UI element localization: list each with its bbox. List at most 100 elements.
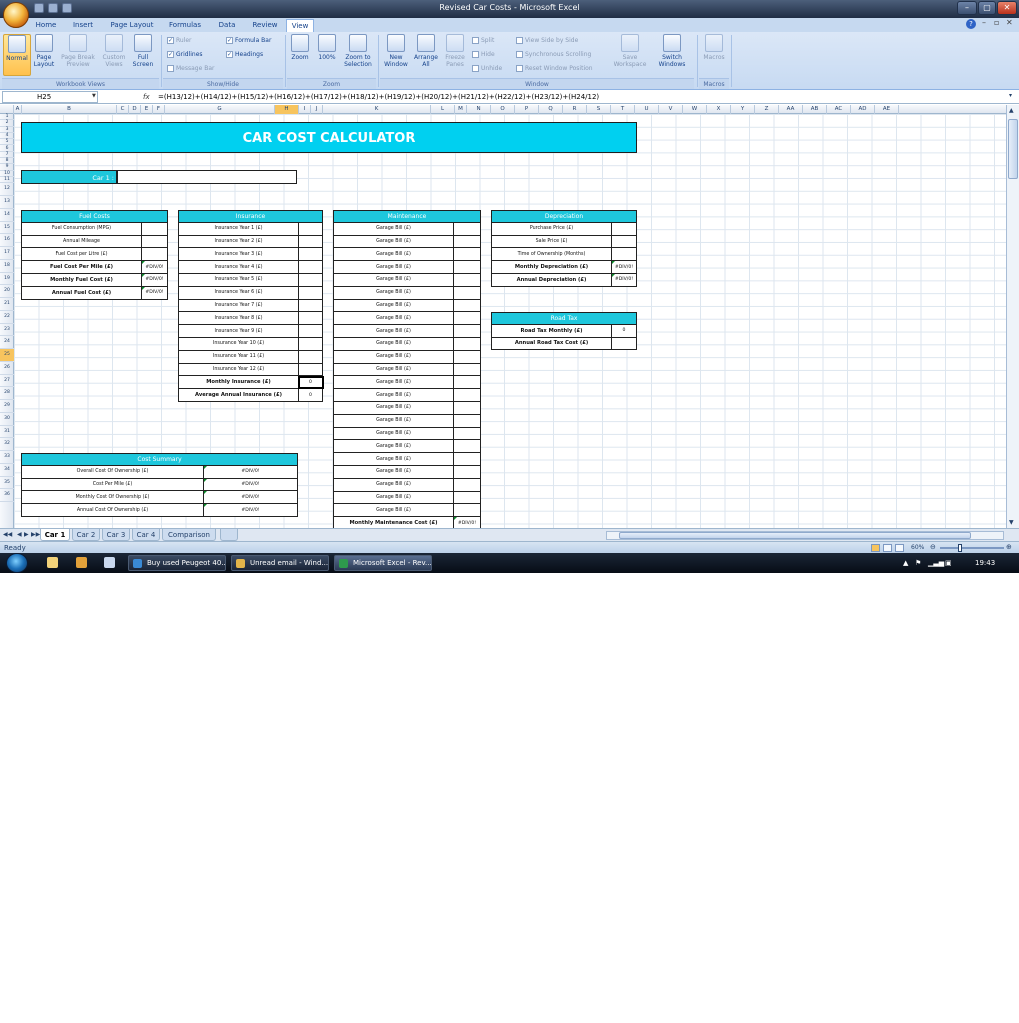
value-cell[interactable] <box>299 223 322 235</box>
save-workspace-button[interactable]: Save Workspace <box>612 34 648 76</box>
next-sheet-icon[interactable]: ▶ <box>24 531 29 538</box>
value-cell[interactable] <box>454 453 480 465</box>
value-cell[interactable] <box>454 223 480 235</box>
value-cell[interactable] <box>142 223 167 235</box>
row-header[interactable]: 27 <box>0 375 14 388</box>
page-layout-view-button[interactable]: Page Layout <box>32 34 56 76</box>
value-cell[interactable] <box>612 248 636 260</box>
headings-checkbox[interactable]: ✓ Headings <box>226 50 263 59</box>
row-header[interactable]: 34 <box>0 464 14 477</box>
value-cell[interactable]: #DIV/0! <box>612 274 636 286</box>
column-header[interactable]: H <box>275 105 299 114</box>
vertical-scroll-thumb[interactable] <box>1008 119 1018 179</box>
value-cell[interactable] <box>454 479 480 491</box>
value-cell[interactable] <box>142 248 167 260</box>
arrange-all-button[interactable]: Arrange All <box>412 34 440 76</box>
row-header[interactable]: 36 <box>0 489 14 503</box>
column-header[interactable]: D <box>129 105 141 114</box>
office-button-icon[interactable] <box>3 2 29 28</box>
value-cell[interactable] <box>142 236 167 248</box>
value-cell[interactable] <box>299 261 322 273</box>
column-header[interactable]: C <box>117 105 129 114</box>
value-cell[interactable] <box>454 248 480 260</box>
taskbar-button[interactable]: Microsoft Excel - Rev... <box>334 555 432 571</box>
value-cell[interactable] <box>299 274 322 286</box>
value-cell[interactable]: #DIV/0! <box>454 517 480 528</box>
value-cell[interactable] <box>454 415 480 427</box>
gridlines-checkbox[interactable]: ✓ Gridlines <box>167 50 203 59</box>
sheet-tab-comparison[interactable]: Comparison <box>162 529 216 541</box>
expand-formula-icon[interactable]: ▾ <box>1009 92 1012 99</box>
column-header[interactable]: U <box>635 105 659 114</box>
column-header[interactable]: Y <box>731 105 755 114</box>
message-bar-checkbox[interactable]: Message Bar <box>167 64 214 73</box>
row-header[interactable]: 30 <box>0 413 14 426</box>
row-header[interactable]: 22 <box>0 311 14 324</box>
value-cell[interactable]: #DIV/0! <box>142 274 167 286</box>
first-sheet-icon[interactable]: ◀◀ <box>3 531 12 538</box>
taskbar-button[interactable]: Unread email - Wind... <box>231 555 329 571</box>
normal-view-status-icon[interactable] <box>871 544 880 552</box>
column-header[interactable]: Q <box>539 105 563 114</box>
value-cell[interactable] <box>454 428 480 440</box>
row-header[interactable]: 14 <box>0 209 14 222</box>
value-cell[interactable] <box>299 325 322 337</box>
name-box-dropdown-icon[interactable]: ▼ <box>92 93 96 99</box>
column-header[interactable]: P <box>515 105 539 114</box>
row-header[interactable]: 33 <box>0 451 14 464</box>
flag-icon[interactable]: ⚑ <box>915 553 921 573</box>
view-side-by-side-button[interactable]: View Side by Side <box>516 36 578 45</box>
row-header[interactable]: 32 <box>0 438 14 452</box>
sheet-tab-car-3[interactable]: Car 3 <box>102 529 130 541</box>
column-header[interactable]: S <box>587 105 611 114</box>
column-header[interactable]: O <box>491 105 515 114</box>
value-cell[interactable] <box>299 364 322 376</box>
mdi-close-icon[interactable]: ✕ <box>1006 18 1013 27</box>
minimize-button[interactable]: – <box>957 1 977 15</box>
value-cell[interactable] <box>454 274 480 286</box>
vertical-scrollbar[interactable]: ▲ ▼ <box>1006 105 1019 528</box>
new-window-button[interactable]: New Window <box>381 34 411 76</box>
ribbon-tab-review[interactable]: Review <box>245 19 285 32</box>
column-header[interactable]: N <box>467 105 491 114</box>
value-cell[interactable] <box>299 338 322 350</box>
zoom-100-button[interactable]: 100% <box>314 34 340 76</box>
column-header[interactable]: AC <box>827 105 851 114</box>
value-cell[interactable] <box>454 325 480 337</box>
unhide-button[interactable]: Unhide <box>472 64 502 73</box>
insert-function-icon[interactable]: fx <box>143 90 150 104</box>
maximize-button[interactable]: ▢ <box>978 1 996 15</box>
start-button-icon[interactable] <box>6 553 28 573</box>
mdi-minimize-icon[interactable]: – <box>982 18 986 27</box>
hide-button[interactable]: Hide <box>472 50 495 59</box>
zoom-out-icon[interactable]: ⊖ <box>930 543 936 551</box>
normal-view-button[interactable]: Normal <box>3 34 31 76</box>
page-layout-status-icon[interactable] <box>883 544 892 552</box>
ribbon-tab-formulas[interactable]: Formulas <box>161 19 209 32</box>
taskbar-button[interactable]: Buy used Peugeot 40... <box>128 555 226 571</box>
column-header[interactable]: AB <box>803 105 827 114</box>
ribbon-tab-home[interactable]: Home <box>28 19 64 32</box>
column-header[interactable]: AE <box>875 105 899 114</box>
name-box[interactable]: H25 <box>2 91 98 103</box>
help-icon[interactable]: ? <box>966 19 976 29</box>
sheet-tab-car-1[interactable]: Car 1 <box>40 529 70 541</box>
freeze-panes-button[interactable]: Freeze Panes <box>441 34 469 76</box>
ribbon-tab-data[interactable]: Data <box>210 19 244 32</box>
value-cell[interactable] <box>454 504 480 516</box>
media-icon[interactable] <box>76 557 87 568</box>
value-cell[interactable] <box>454 389 480 401</box>
value-cell[interactable]: #DIV/0! <box>612 261 636 273</box>
column-header[interactable]: AD <box>851 105 875 114</box>
formula-bar-checkbox[interactable]: ✓ Formula Bar <box>226 36 271 45</box>
column-header[interactable]: K <box>323 105 431 114</box>
value-cell[interactable] <box>454 440 480 452</box>
value-cell[interactable]: #DIV/0! <box>204 491 297 503</box>
value-cell[interactable]: #DIV/0! <box>142 261 167 273</box>
network-icon[interactable]: ▁▃▅ <box>928 553 944 573</box>
value-cell[interactable]: 0 <box>612 325 636 337</box>
zoom-slider-thumb[interactable] <box>958 544 962 552</box>
close-button[interactable]: ✕ <box>997 1 1017 15</box>
column-header[interactable]: G <box>165 105 275 114</box>
worksheet-grid[interactable]: CAR COST CALCULATOR Car 1 : Fuel Costs Fu… <box>14 114 1006 528</box>
